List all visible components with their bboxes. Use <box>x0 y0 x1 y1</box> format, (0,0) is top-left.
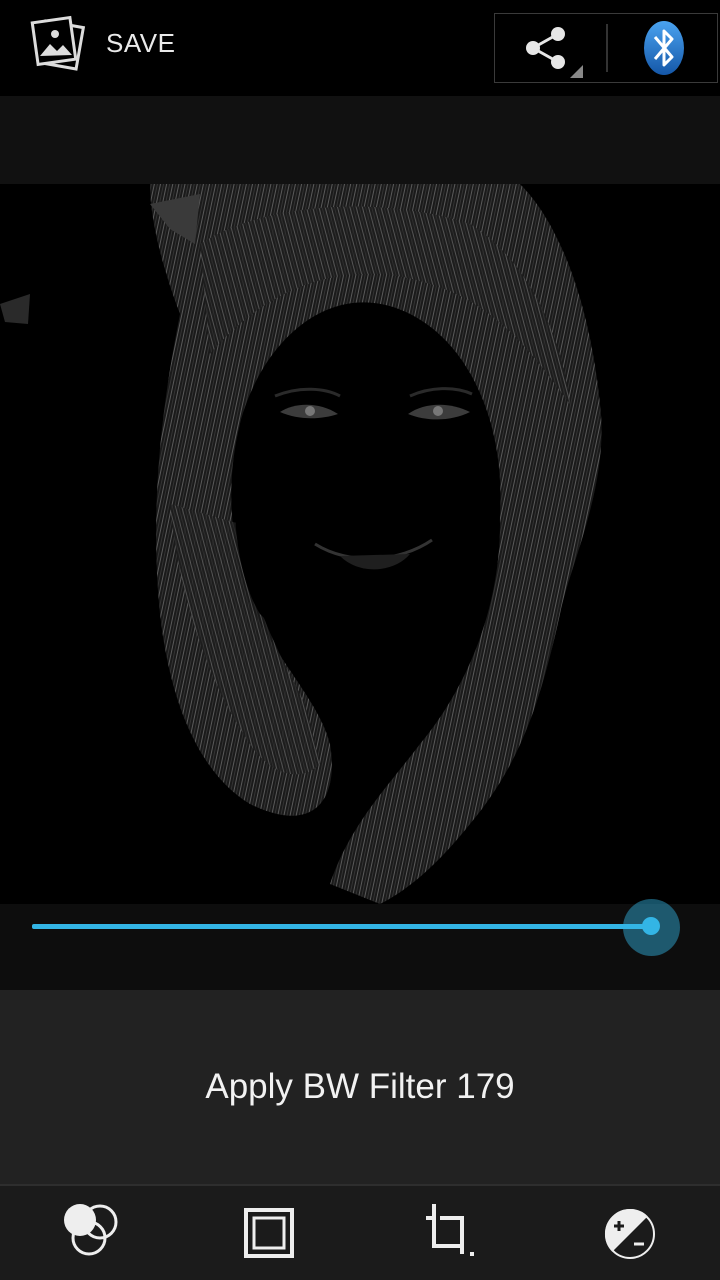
header-spacer <box>0 96 720 184</box>
crop-icon <box>426 1204 474 1256</box>
filters-circles-icon <box>64 1204 118 1256</box>
slider-track[interactable] <box>32 924 652 929</box>
crop-tool-button[interactable] <box>414 1196 486 1268</box>
share-action-group <box>494 13 718 83</box>
share-icon <box>526 27 583 78</box>
filters-tool-button[interactable] <box>54 1196 126 1268</box>
filter-info-panel: Apply BW Filter 179 <box>0 990 720 1184</box>
editor-toolbar <box>0 1184 720 1280</box>
gallery-icon[interactable] <box>30 14 86 72</box>
edited-photo <box>0 184 720 904</box>
bluetooth-button[interactable] <box>608 14 718 82</box>
exposure-icon <box>604 1208 655 1259</box>
bluetooth-icon <box>644 21 684 75</box>
filter-strength-slider[interactable] <box>0 899 720 990</box>
border-frame-icon <box>244 1208 294 1258</box>
share-button[interactable] <box>495 14 607 82</box>
action-bar: SAVE <box>0 0 720 96</box>
filter-label: Apply BW Filter 179 <box>205 1067 515 1106</box>
exposure-tool-button[interactable] <box>594 1196 666 1268</box>
save-button[interactable]: SAVE <box>106 28 175 59</box>
borders-tool-button[interactable] <box>234 1196 306 1268</box>
